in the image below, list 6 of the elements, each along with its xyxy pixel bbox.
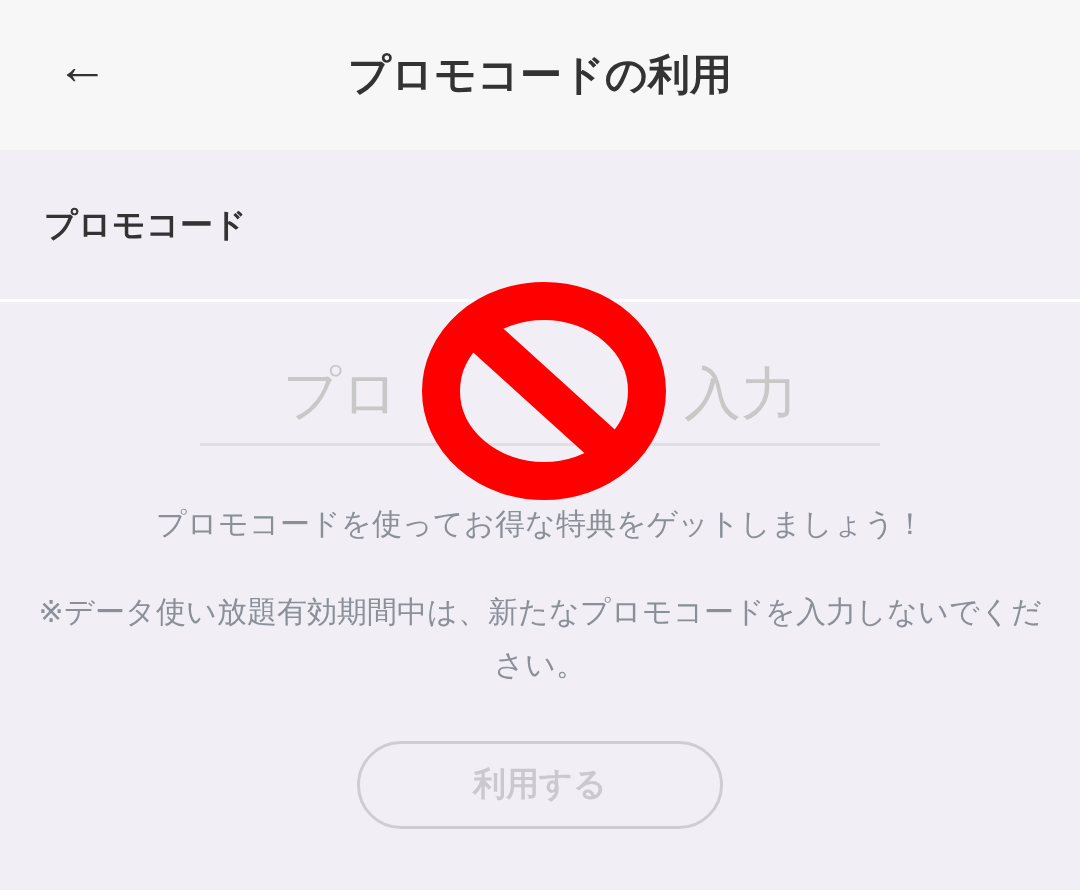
prohibited-icon bbox=[421, 282, 667, 500]
description-text: プロモコードを使ってお得な特典をゲットしましょう！ bbox=[155, 504, 925, 543]
section-label: プロモコード bbox=[44, 204, 247, 246]
back-button[interactable]: ← bbox=[50, 40, 114, 92]
page-title: プロモコードの利用 bbox=[348, 49, 732, 101]
note-text: ※データ使い放題有効期間中は、新たなプロモコードを入力しないでください。 bbox=[37, 592, 1043, 684]
